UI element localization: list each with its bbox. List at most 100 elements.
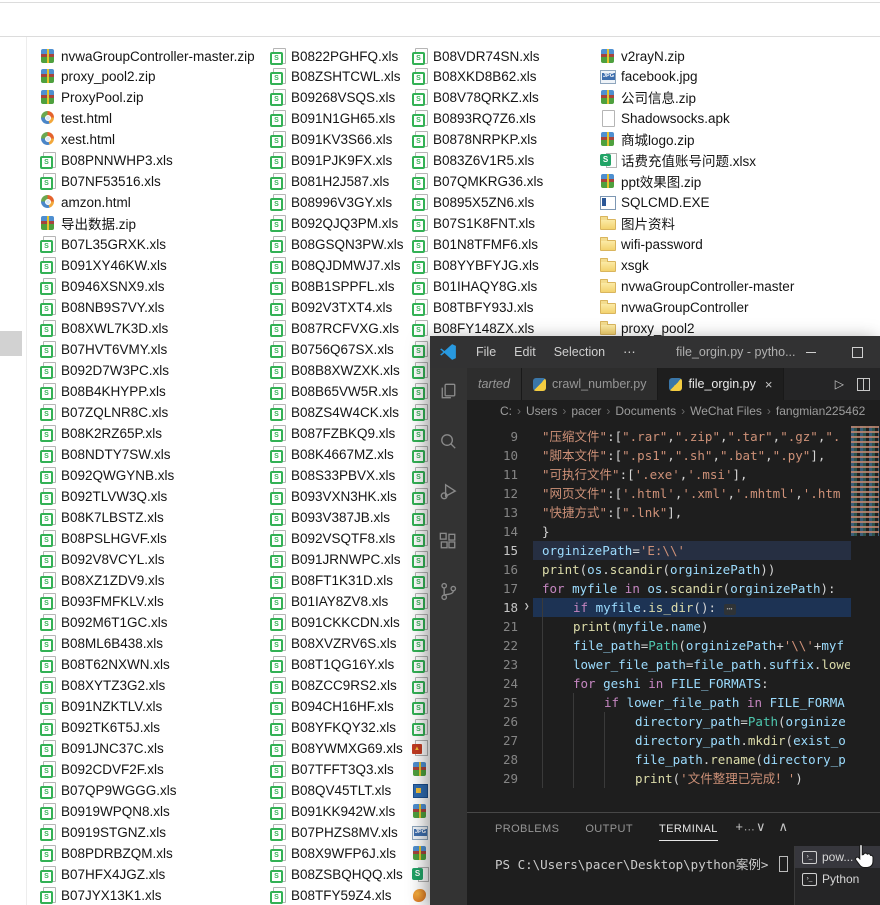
file-item[interactable]: nvwaGroupController-master.zip: [40, 46, 255, 66]
file-item[interactable]: B08NB9S7VY.xls: [40, 297, 164, 317]
left-scrollbar-thumb[interactable]: [0, 331, 22, 356]
file-item[interactable]: v2rayN.zip: [600, 46, 685, 66]
file-item[interactable]: B08NDTY7SW.xls: [40, 444, 171, 464]
file-item[interactable]: [412, 381, 428, 401]
file-item[interactable]: [412, 360, 428, 380]
file-item[interactable]: 商城logo.zip: [600, 129, 695, 149]
file-item[interactable]: [412, 885, 428, 905]
file-item[interactable]: B0893RQ7Z6.xls: [412, 108, 536, 128]
file-item[interactable]: B08996V3GY.xls: [270, 192, 392, 212]
file-item[interactable]: B07NF53516.xls: [40, 171, 161, 191]
file-item[interactable]: amzon.html: [40, 192, 131, 212]
editor-tab[interactable]: crawl_number.py: [522, 368, 659, 400]
file-item[interactable]: B092TK6T5J.xls: [40, 717, 160, 737]
file-item[interactable]: B08QJDMWJ7.xls: [270, 255, 401, 275]
file-item[interactable]: [412, 549, 428, 569]
file-item[interactable]: B091JRNWPC.xls: [270, 549, 401, 569]
file-item[interactable]: [412, 528, 428, 548]
file-item[interactable]: B08XWL7K3D.xls: [40, 318, 168, 338]
file-item[interactable]: B08T1QG16Y.xls: [270, 654, 394, 674]
file-item[interactable]: B07PHZS8MV.xls: [270, 822, 398, 842]
file-item[interactable]: B092TLVW3Q.xls: [40, 486, 167, 506]
run-debug-icon[interactable]: [437, 480, 460, 503]
file-item[interactable]: [412, 465, 428, 485]
file-item[interactable]: B08PDRBZQM.xls: [40, 843, 173, 863]
file-item[interactable]: Shadowsocks.apk: [600, 108, 730, 128]
file-item[interactable]: wifi-password: [600, 234, 703, 254]
file-item[interactable]: B08XKD8B62.xls: [412, 66, 537, 86]
file-item[interactable]: ProxyPool.zip: [40, 87, 144, 107]
panel-chevron-icon[interactable]: ∨: [756, 819, 766, 835]
file-item[interactable]: B092V8VCYL.xls: [40, 549, 165, 569]
file-item[interactable]: B092V3TXT4.xls: [270, 297, 392, 317]
file-item[interactable]: B093FMFKLV.xls: [40, 591, 164, 611]
file-item[interactable]: [412, 717, 428, 737]
source-control-icon[interactable]: [437, 580, 460, 603]
file-item[interactable]: 公司信息.zip: [600, 87, 696, 107]
file-item[interactable]: B08B8XWZXK.xls: [270, 360, 400, 380]
file-item[interactable]: B091XY46KW.xls: [40, 255, 167, 275]
file-item[interactable]: [412, 486, 428, 506]
breadcrumb[interactable]: C:›Users›pacer›Documents›WeChat Files›fa…: [467, 400, 880, 422]
panel-tab[interactable]: TERMINAL: [659, 823, 718, 841]
file-item[interactable]: [412, 696, 428, 716]
breadcrumb-item[interactable]: pacer: [571, 404, 601, 418]
minimap[interactable]: [851, 426, 879, 536]
file-item[interactable]: [412, 507, 428, 527]
file-item[interactable]: [412, 339, 428, 359]
menu-item[interactable]: Edit: [505, 336, 545, 368]
editor-tab[interactable]: tarted: [467, 368, 522, 400]
file-item[interactable]: B091KV3S66.xls: [270, 129, 392, 149]
file-item[interactable]: [412, 654, 428, 674]
file-item[interactable]: B01N8TFMF6.xls: [412, 234, 538, 254]
panel-tab[interactable]: PROBLEMS: [495, 823, 559, 835]
file-item[interactable]: B0919STGNZ.xls: [40, 822, 166, 842]
file-item[interactable]: B08YFKQY32.xls: [270, 717, 396, 737]
file-item[interactable]: B08TBFY93J.xls: [412, 297, 534, 317]
file-item[interactable]: B08ZCC9RS2.xls: [270, 675, 397, 695]
file-item[interactable]: [412, 591, 428, 611]
file-item[interactable]: B08X9WFP6J.xls: [270, 843, 396, 863]
file-item[interactable]: B08YWMXG69.xls: [270, 738, 403, 758]
file-item[interactable]: B091N1GH65.xls: [270, 108, 395, 128]
file-item[interactable]: B08FY148ZX.xls: [412, 318, 534, 338]
file-item[interactable]: B0895X5ZN6.xls: [412, 192, 534, 212]
file-item[interactable]: nvwaGroupController-master: [600, 276, 794, 296]
file-item[interactable]: B01IHAQY8G.xls: [412, 276, 537, 296]
file-item[interactable]: proxy_pool2: [600, 318, 695, 338]
file-item[interactable]: B092D7W3PC.xls: [40, 360, 169, 380]
file-item[interactable]: [412, 423, 428, 443]
file-item[interactable]: B08ZSHTCWL.xls: [270, 66, 401, 86]
menu-item[interactable]: ⋯: [614, 336, 645, 368]
file-item[interactable]: B08QV45TLT.xls: [270, 780, 391, 800]
file-item[interactable]: B01IAY8ZV8.xls: [270, 591, 388, 611]
file-item[interactable]: [412, 612, 428, 632]
file-item[interactable]: proxy_pool2.zip: [40, 66, 156, 86]
file-item[interactable]: B08K7LBSTZ.xls: [40, 507, 164, 527]
file-item[interactable]: B08XYTZ3G2.xls: [40, 675, 165, 695]
file-item[interactable]: B08S33PBVX.xls: [270, 465, 395, 485]
code-editor[interactable]: 9"压缩文件":[".rar",".zip",".tar",".gz",".10…: [467, 422, 880, 812]
file-item[interactable]: B07L35GRXK.xls: [40, 234, 166, 254]
file-item[interactable]: B08VDR74SN.xls: [412, 46, 540, 66]
file-item[interactable]: B08ZSBQHQQ.xls: [270, 864, 403, 884]
file-item[interactable]: B092VSQTF8.xls: [270, 528, 395, 548]
file-item[interactable]: [412, 570, 428, 590]
file-item[interactable]: B08XZ1ZDV9.xls: [40, 570, 165, 590]
file-item[interactable]: xsgk: [600, 255, 649, 275]
new-terminal-icon[interactable]: +: [735, 819, 743, 835]
file-item[interactable]: B09268VSQS.xls: [270, 87, 395, 107]
file-item[interactable]: facebook.jpg: [600, 66, 698, 86]
file-item[interactable]: B08ZS4W4CK.xls: [270, 402, 399, 422]
file-item[interactable]: 话费充值账号问题.xlsx: [600, 150, 756, 170]
terminal[interactable]: PS C:\Users\pacer\Desktop\python案例>: [495, 854, 788, 873]
terminal-list-item[interactable]: ›_Python: [795, 868, 880, 890]
file-item[interactable]: B07QP9WGGG.xls: [40, 780, 177, 800]
file-item[interactable]: B091NZKTLV.xls: [40, 696, 162, 716]
file-item[interactable]: B0919WPQN8.xls: [40, 801, 170, 821]
file-item[interactable]: B081H2J587.xls: [270, 171, 389, 191]
file-item[interactable]: B08YYBFYJG.xls: [412, 255, 539, 275]
file-item[interactable]: B091PJK9FX.xls: [270, 150, 392, 170]
file-item[interactable]: B08T62NXWN.xls: [40, 654, 170, 674]
file-item[interactable]: B092QWGYNB.xls: [40, 465, 174, 485]
